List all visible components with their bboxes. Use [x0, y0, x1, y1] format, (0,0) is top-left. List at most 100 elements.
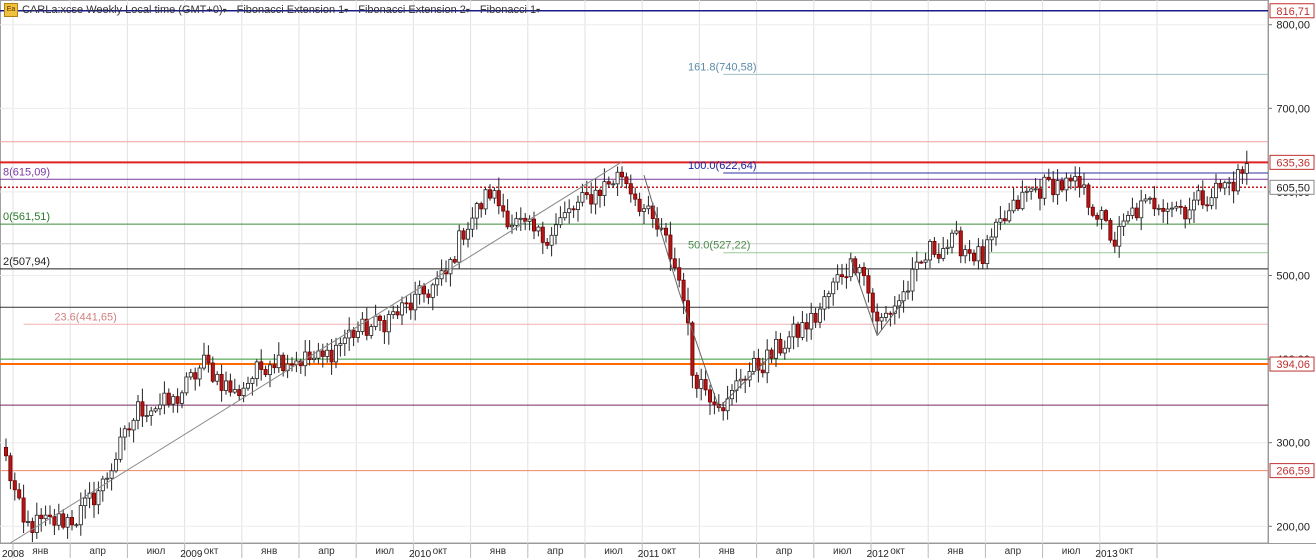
- month-label: окт: [890, 546, 905, 557]
- candle-body: [166, 392, 171, 405]
- fibonacci-1-menu[interactable]: Fibonacci 1▾: [480, 4, 540, 16]
- candle-body: [963, 249, 968, 257]
- month-label: июл: [147, 546, 166, 557]
- candle-body: [1121, 220, 1126, 227]
- candle-body: [4, 447, 9, 457]
- candle-body: [1011, 199, 1016, 212]
- candle-body: [452, 259, 457, 263]
- candle-body: [118, 436, 123, 460]
- candle-body: [769, 349, 774, 359]
- candle-body: [787, 336, 792, 349]
- candle-body: [549, 234, 554, 246]
- month-label: янв: [719, 546, 735, 557]
- month-label: апр: [776, 546, 793, 557]
- candle-body: [923, 259, 928, 263]
- chevron-down-icon: ▾: [222, 6, 227, 15]
- candle-body: [342, 337, 347, 344]
- candle-body: [127, 428, 132, 431]
- candle-body: [140, 401, 145, 417]
- candle-body: [884, 312, 889, 318]
- candle-body: [857, 267, 862, 274]
- candle-body: [1117, 225, 1122, 247]
- candle-body: [153, 408, 158, 412]
- candle-body: [870, 292, 875, 313]
- candle-body: [1134, 207, 1139, 219]
- candle-body: [972, 252, 977, 262]
- candle-body: [554, 224, 559, 236]
- candle-body: [210, 362, 215, 382]
- candle-body: [567, 208, 572, 214]
- candle-body: [105, 477, 110, 480]
- candle-body: [1192, 199, 1197, 211]
- candle-body: [109, 470, 114, 479]
- candle-body: [1205, 204, 1210, 207]
- candle-body: [615, 171, 620, 185]
- price-tag-label: 635,36: [1276, 157, 1310, 169]
- candle-body: [61, 513, 66, 528]
- candle-body: [602, 181, 607, 196]
- candle-body: [39, 514, 44, 520]
- candle-body: [430, 284, 435, 298]
- symbol-menu[interactable]: CARLa:xcse Weekly Local time (GMT+0)▾: [22, 4, 227, 16]
- candle-body: [114, 458, 119, 472]
- candle-body: [945, 246, 950, 249]
- candle-body: [1240, 169, 1245, 174]
- candle-body: [245, 382, 250, 389]
- candle-body: [157, 404, 162, 410]
- candle-body: [197, 367, 202, 380]
- candle-body: [668, 234, 673, 260]
- candle-body: [765, 349, 770, 374]
- candle-body: [712, 401, 717, 405]
- candle-body: [144, 415, 149, 417]
- candle-body: [171, 396, 176, 405]
- candle-body: [1196, 190, 1201, 201]
- candle-body: [831, 281, 836, 295]
- app-logo-icon[interactable]: Ea: [4, 3, 18, 17]
- candle-body: [135, 401, 140, 421]
- month-label: июл: [604, 546, 623, 557]
- candle-body: [21, 497, 26, 523]
- candle-body: [1126, 215, 1131, 222]
- candle-body: [360, 318, 365, 332]
- candle-body: [435, 278, 440, 286]
- month-label: июл: [833, 546, 852, 557]
- candle-body: [958, 230, 963, 257]
- candle-body: [70, 517, 75, 526]
- y-tick-label: 200,00: [1276, 521, 1310, 533]
- candle-body: [1051, 179, 1056, 196]
- candle-body: [1244, 163, 1249, 174]
- candle-body: [804, 322, 809, 330]
- y-tick-label: 300,00: [1276, 438, 1310, 450]
- fibonacci-level-label: 100.0(622,64): [688, 160, 757, 172]
- candle-body: [74, 524, 79, 527]
- month-label: янв: [32, 546, 48, 557]
- candle-body: [122, 428, 127, 438]
- price-chart[interactable]: 161.8(740,58) 8(615,09) 100.0(622,64) 0(561…: [0, 0, 1316, 558]
- fibonacci-level-label: 161.8(740,58): [688, 61, 757, 73]
- candle-body: [48, 514, 53, 517]
- month-label: янв: [947, 546, 963, 557]
- month-label: окт: [204, 546, 219, 557]
- candle-body: [1200, 190, 1205, 206]
- candle-body: [448, 259, 453, 275]
- fibonacci-extension-1-menu[interactable]: Fibonacci Extension 1▾: [237, 4, 349, 16]
- candle-body: [967, 249, 972, 254]
- candle-body: [30, 521, 35, 533]
- fibonacci-extension-2-menu[interactable]: Fibonacci Extension 2▾: [358, 4, 470, 16]
- candle-body: [1046, 176, 1051, 180]
- candle-body: [1099, 210, 1104, 220]
- candle-body: [888, 312, 893, 315]
- candle-body: [1187, 209, 1192, 220]
- fibonacci-level-label: 8(615,09): [3, 166, 50, 178]
- candle-body: [1104, 210, 1109, 221]
- candle-body: [377, 315, 382, 321]
- candle-body: [1077, 176, 1082, 188]
- month-label: апр: [1005, 546, 1022, 557]
- candle-body: [545, 241, 550, 246]
- candle-body: [426, 293, 431, 298]
- candle-body: [664, 227, 669, 236]
- candle-body: [386, 314, 391, 333]
- candle-body: [184, 376, 189, 394]
- month-label: апр: [89, 546, 106, 557]
- candle-body: [646, 205, 651, 210]
